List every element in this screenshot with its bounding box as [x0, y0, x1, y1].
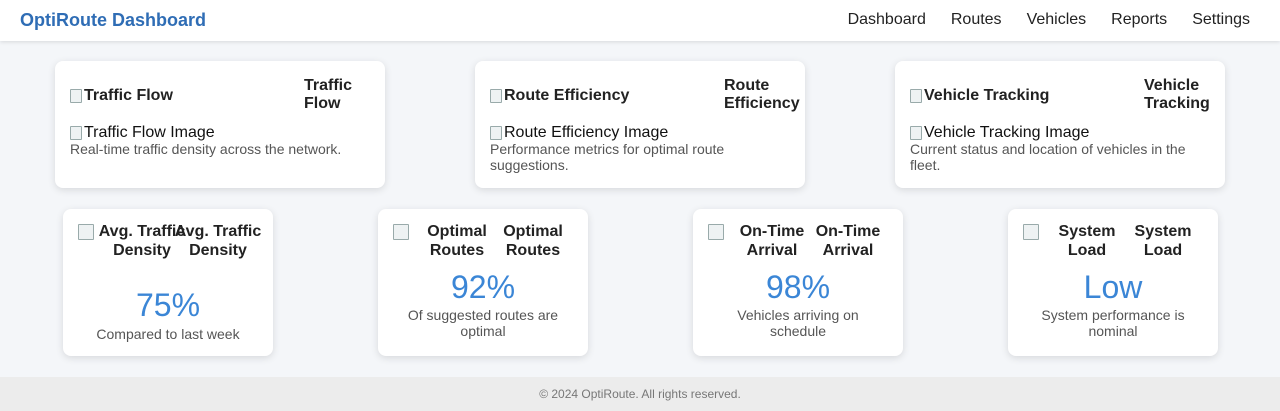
on-time-arrival-card: On-Time Arrival On-Time Arrival 98% Vehi… — [693, 209, 903, 356]
nav-settings[interactable]: Settings — [1192, 11, 1250, 29]
card-header: Route Efficiency Route Efficiency — [490, 77, 800, 125]
optimal-routes-card: Optimal Routes Optimal Routes 92% Of sug… — [378, 209, 588, 356]
card-icon-alt: Vehicle Tracking — [924, 87, 1050, 104]
metric-title: Optimal Routes — [503, 223, 563, 259]
card-title: Route Efficiency — [724, 77, 800, 112]
card-image-alt: Traffic Flow Image — [84, 124, 215, 141]
metric-subtitle: Compared to last week — [96, 326, 240, 342]
broken-image-icon — [708, 224, 724, 240]
system-load-card: System Load System Load Low System perfo… — [1008, 209, 1218, 356]
card-icon-alt: Route Efficiency — [504, 87, 630, 104]
card-icon-alt: Traffic Flow — [84, 87, 173, 104]
metric-value: Low — [1083, 269, 1143, 305]
vehicle-tracking-card: Vehicle Tracking Vehicle Tracking Vehicl… — [895, 61, 1225, 188]
nav-vehicles[interactable]: Vehicles — [1027, 11, 1087, 29]
card-description: Performance metrics for optimal route su… — [490, 141, 725, 173]
broken-image-icon — [1023, 224, 1039, 240]
avg-traffic-density-card: Avg. Traffic Density Avg. Traffic Densit… — [63, 209, 273, 356]
card-image-alt: Vehicle Tracking Image — [924, 124, 1090, 141]
nav-reports[interactable]: Reports — [1111, 11, 1167, 29]
footer-copyright: © 2024 OptiRoute. All rights reserved. — [539, 387, 741, 401]
metric-value: 75% — [135, 287, 201, 323]
main-nav: Dashboard Routes Vehicles Reports Settin… — [848, 11, 1250, 29]
metric-value: 92% — [450, 269, 516, 305]
card-description: Real-time traffic density across the net… — [70, 141, 342, 157]
card-header: Traffic Flow Traffic Flow — [70, 77, 370, 125]
footer: © 2024 OptiRoute. All rights reserved. — [0, 377, 1280, 411]
brand-title[interactable]: OptiRoute Dashboard — [20, 10, 206, 31]
broken-image-icon — [393, 224, 409, 240]
card-description: Current status and location of vehicles … — [910, 141, 1186, 173]
top-navbar: OptiRoute Dashboard Dashboard Routes Veh… — [0, 0, 1280, 41]
metric-subtitle: Of suggested routes are optimal — [407, 307, 559, 339]
metric-title: On-Time Arrival — [815, 223, 881, 259]
route-efficiency-card: Route Efficiency Route Efficiency Route … — [475, 61, 805, 188]
nav-routes[interactable]: Routes — [951, 11, 1002, 29]
card-image-alt: Route Efficiency Image — [504, 124, 669, 141]
broken-image-icon — [78, 224, 94, 240]
metric-subtitle: System performance is nominal — [1041, 307, 1185, 339]
metric-title: System Load — [1134, 223, 1192, 259]
metric-value: 98% — [765, 269, 831, 305]
metric-subtitle: Vehicles arriving on schedule — [737, 307, 859, 339]
metric-title: Avg. Traffic Density — [174, 223, 262, 259]
card-header: Vehicle Tracking Vehicle Tracking — [910, 77, 1210, 125]
nav-dashboard[interactable]: Dashboard — [848, 11, 926, 29]
traffic-flow-card: Traffic Flow Traffic Flow Traffic Flow I… — [55, 61, 385, 188]
card-title: Traffic Flow — [304, 77, 353, 112]
card-title: Vehicle Tracking — [1144, 77, 1210, 112]
